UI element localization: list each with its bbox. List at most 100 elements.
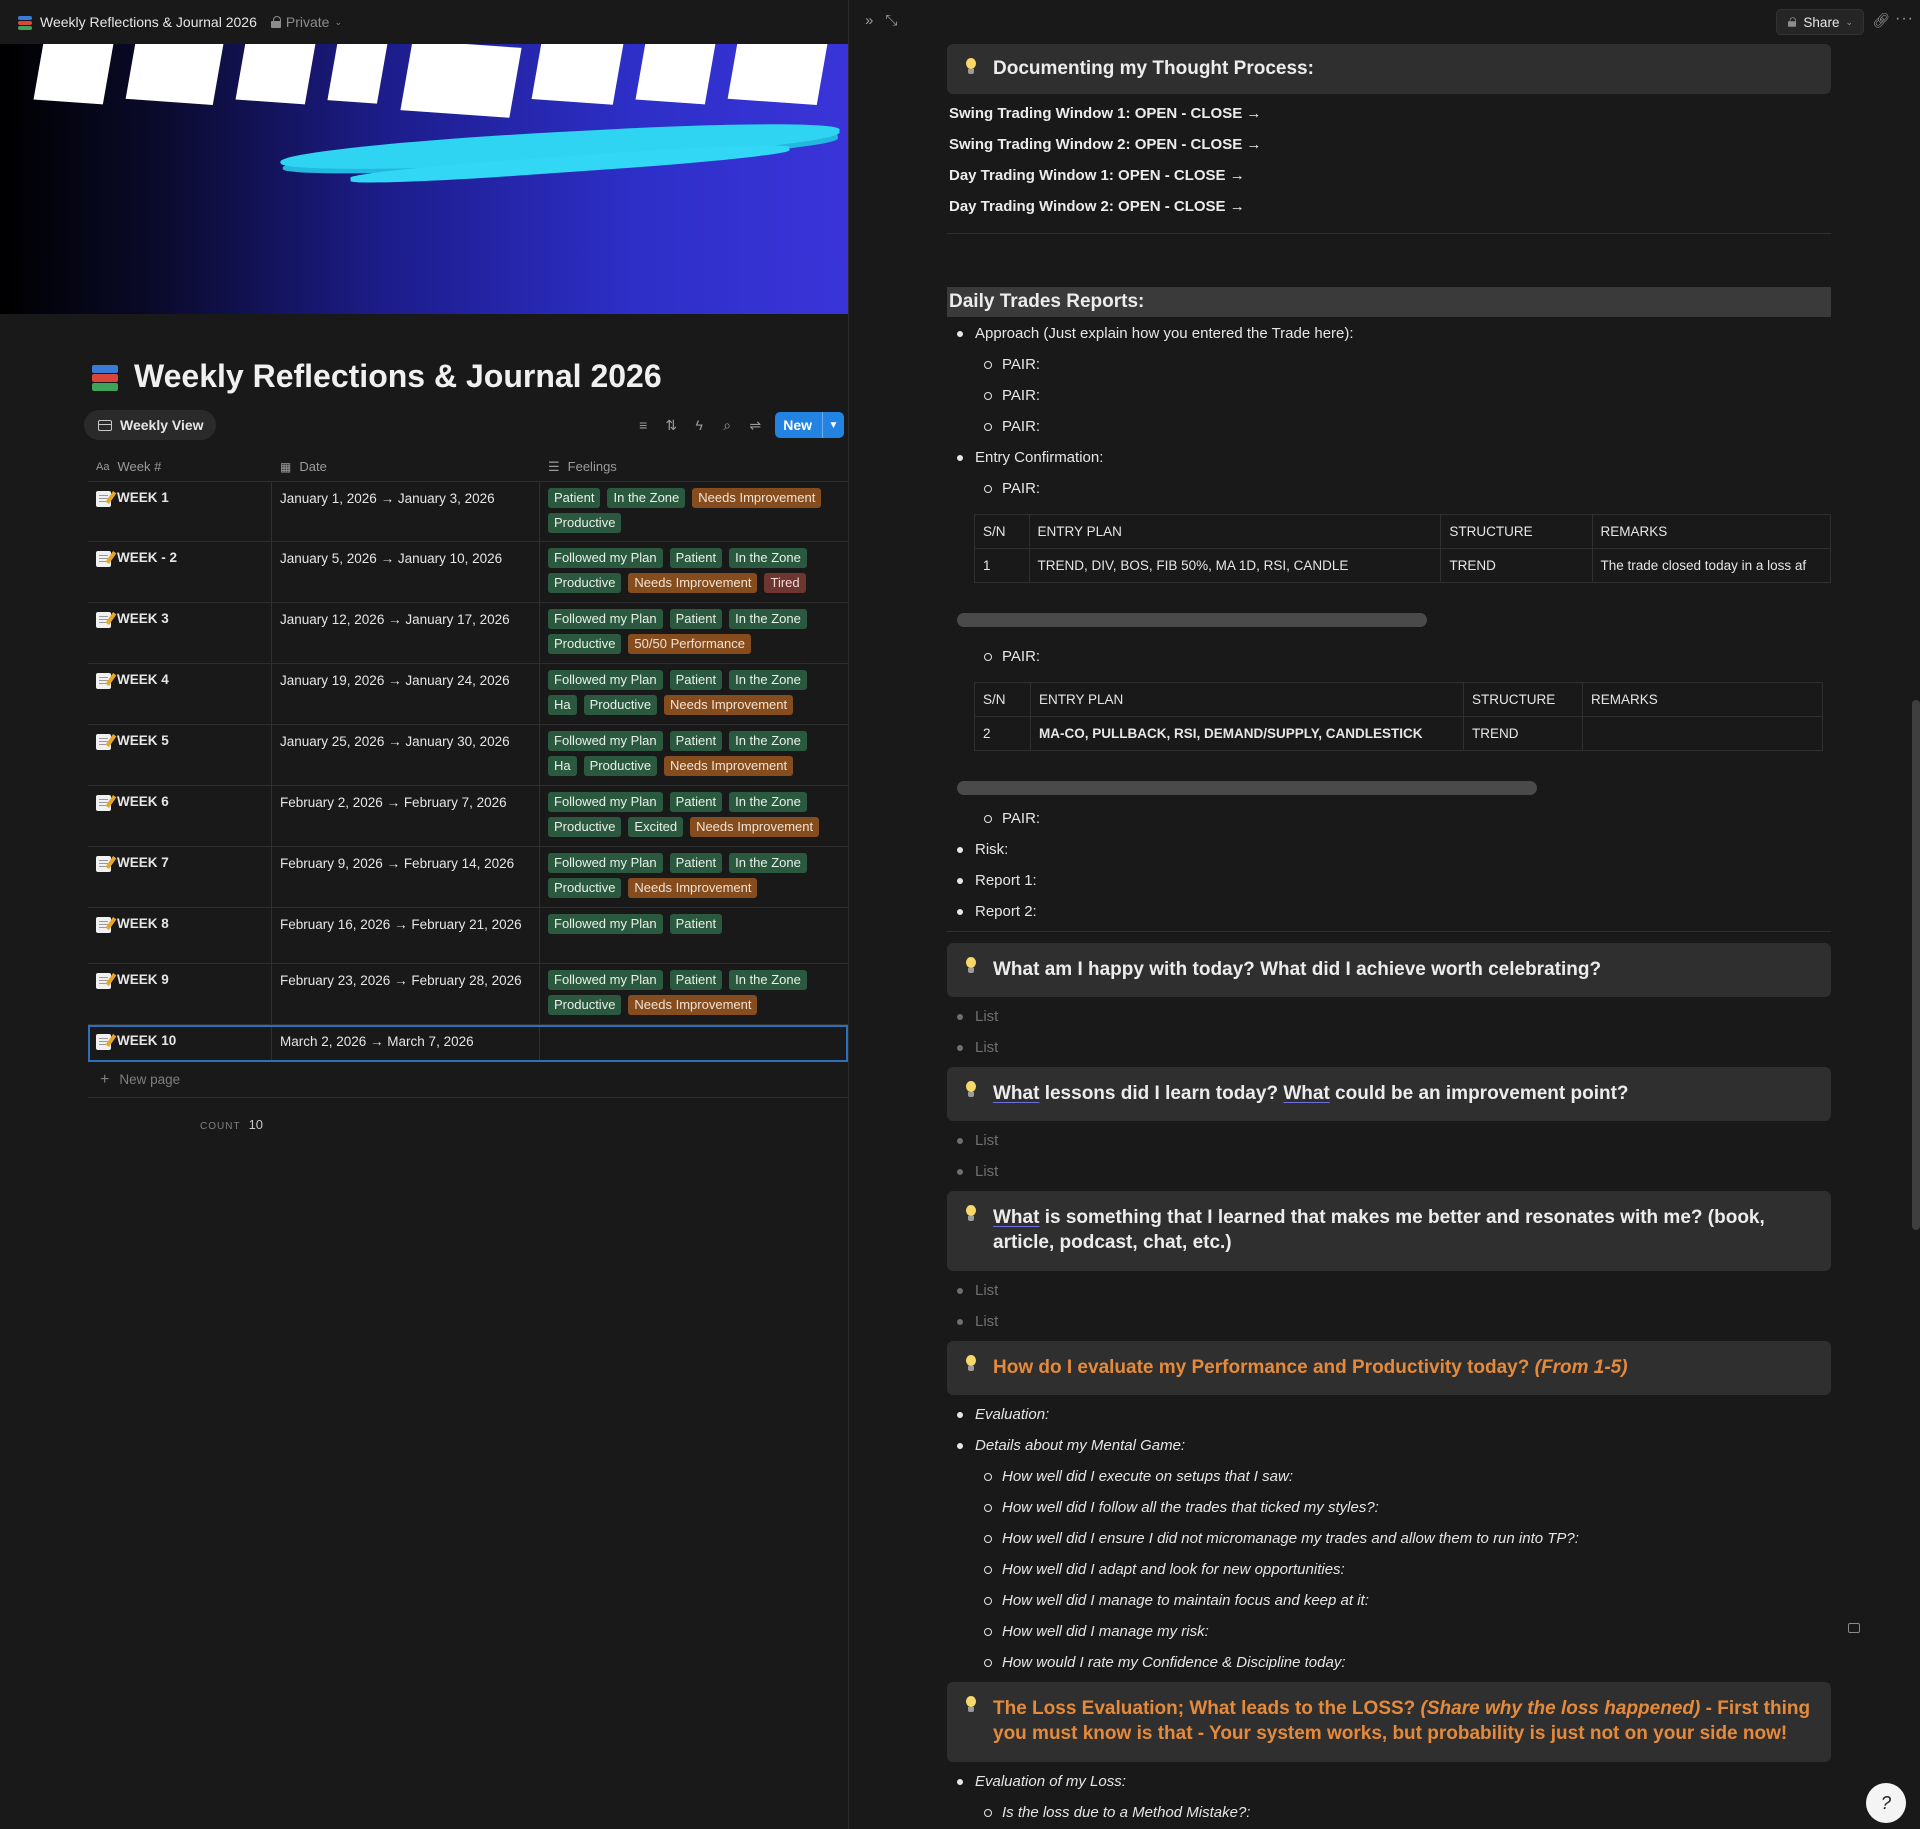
new-page-button[interactable]: + New page [88,1062,848,1098]
date-cell[interactable]: January 19, 2026 → January 24, 2026 [272,664,540,724]
table-row[interactable]: WEEK 1 January 1, 2026 → January 3, 2026 P… [88,482,848,542]
table-cell[interactable]: MA-CO, PULLBACK, RSI, DEMAND/SUPPLY, CAN… [1030,716,1464,751]
close-peek-icon[interactable]: » [865,12,873,29]
list-item-pair[interactable]: PAIR: [947,380,1831,411]
feelings-cell[interactable]: Followed my Plan Patient [540,908,848,963]
comment-icon[interactable] [1848,1623,1860,1633]
table-scrollbar[interactable] [957,613,1427,627]
list-item-mental[interactable]: How well did I follow all the trades tha… [947,1492,1831,1523]
list-item-mental[interactable]: How well did I ensure I did not microman… [947,1523,1831,1554]
list-item-pair[interactable]: PAIR: [947,641,1831,672]
week-cell[interactable]: WEEK 7 [88,847,272,907]
table-header-cell[interactable]: REMARKS [1591,514,1831,549]
list-item-pair[interactable]: PAIR: [947,803,1831,834]
list-item-report[interactable]: Report 1: [947,865,1831,896]
table-cell[interactable]: 1 [974,548,1030,583]
list-item-mental[interactable]: How well did I manage my risk: [947,1616,1831,1647]
table-header-cell[interactable]: ENTRY PLAN [1030,682,1464,717]
feelings-cell[interactable]: Followed my Plan Patient In the Zone Produc… [540,964,848,1024]
feelings-cell[interactable]: Followed my Plan Patient In the Zone Produc… [540,786,848,846]
callout-happy[interactable]: What am I happy with today? What did I a… [947,943,1831,997]
entry-table-2[interactable]: S/N ENTRY PLAN STRUCTURE REMARKS 2 MA-CO… [974,682,1831,751]
list-item-pair[interactable]: PAIR: [947,411,1831,442]
chevron-down-icon[interactable]: ▼ [822,412,844,438]
list-item-pair[interactable]: PAIR: [947,473,1831,504]
week-cell[interactable]: WEEK 10 [88,1025,272,1061]
list-placeholder[interactable]: List [947,1275,1831,1306]
table-row[interactable]: WEEK 5 January 25, 2026 → January 30, 202… [88,725,848,786]
table-header-cell[interactable]: REMARKS [1582,682,1823,717]
entry-table-1[interactable]: S/N ENTRY PLAN STRUCTURE REMARKS 1 TREND… [974,514,1831,583]
list-item-mental-game[interactable]: Details about my Mental Game: [947,1430,1831,1461]
list-placeholder[interactable]: List [947,1001,1831,1032]
week-cell[interactable]: WEEK 9 [88,964,272,1024]
list-item-mental[interactable]: How well did I manage to maintain focus … [947,1585,1831,1616]
sort-icon[interactable]: ⇅ [663,417,679,433]
feelings-cell[interactable]: Followed my Plan Patient In the Zone Produc… [540,603,848,663]
date-cell[interactable]: February 23, 2026 → February 28, 2026 [272,964,540,1024]
privacy-menu[interactable]: Private ⌄ [270,14,342,30]
callout-evaluation[interactable]: How do I evaluate my Performance and Pro… [947,1341,1831,1395]
date-cell[interactable]: January 1, 2026 → January 3, 2026 [272,482,540,541]
feelings-cell[interactable]: Followed my Plan Patient In the Zone Ha Prod… [540,725,848,785]
week-cell[interactable]: WEEK 4 [88,664,272,724]
week-cell[interactable]: WEEK - 2 [88,542,272,602]
callout-learned[interactable]: What is something that I learned that ma… [947,1191,1831,1271]
page-title[interactable]: Weekly Reflections & Journal 2026 [90,358,662,395]
list-item-loss-question[interactable]: Is the loss due to a Method Mistake?: [947,1797,1831,1828]
table-row[interactable]: WEEK 6 February 2, 2026 → February 7, 202… [88,786,848,847]
list-placeholder[interactable]: List [947,1125,1831,1156]
date-cell[interactable]: January 5, 2026 → January 10, 2026 [272,542,540,602]
search-icon[interactable]: ⌕ [719,417,735,433]
table-row[interactable]: WEEK 10 March 2, 2026 → March 7, 2026 [88,1025,848,1062]
table-cell[interactable]: The trade closed today in a loss af [1591,548,1831,583]
date-cell[interactable]: February 9, 2026 → February 14, 2026 [272,847,540,907]
feelings-cell[interactable]: Followed my Plan Patient In the Zone Ha Prod… [540,664,848,724]
expand-icon[interactable]: ⤡ [885,12,897,29]
list-item-mental[interactable]: How well did I execute on setups that I … [947,1461,1831,1492]
feelings-cell[interactable] [540,1025,848,1061]
callout-thought-process[interactable]: Documenting my Thought Process: [947,44,1831,94]
list-item-loss-evaluation[interactable]: Evaluation of my Loss: [947,1766,1831,1797]
table-row[interactable]: WEEK 4 January 19, 2026 → January 24, 202… [88,664,848,725]
table-cell[interactable] [1582,716,1823,751]
table-header-cell[interactable]: STRUCTURE [1440,514,1593,549]
week-cell[interactable]: WEEK 1 [88,482,272,541]
date-cell[interactable]: January 12, 2026 → January 17, 2026 [272,603,540,663]
table-header-cell[interactable]: S/N [974,682,1031,717]
list-item-report[interactable]: Report 2: [947,896,1831,927]
feelings-cell[interactable]: Patient In the Zone Needs Improvement Produ… [540,482,848,541]
trading-window-line[interactable]: Swing Trading Window 1: OPEN - CLOSE → [947,98,1831,129]
help-avatar-icon[interactable]: ? [1866,1783,1906,1823]
settings-icon[interactable]: ⇌ [747,417,763,433]
trading-window-line[interactable]: Day Trading Window 2: OPEN - CLOSE → [947,191,1831,222]
list-placeholder[interactable]: List [947,1306,1831,1337]
callout-lessons[interactable]: What lessons did I learn today? What cou… [947,1067,1831,1121]
list-item[interactable]: Approach (Just explain how you entered t… [947,318,1831,349]
table-row[interactable]: WEEK 3 January 12, 2026 → January 17, 202… [88,603,848,664]
feelings-cell[interactable]: Followed my Plan Patient In the Zone Produc… [540,847,848,907]
feelings-cell[interactable]: Followed my Plan Patient In the Zone Produc… [540,542,848,602]
date-cell[interactable]: February 16, 2026 → February 21, 2026 [272,908,540,963]
share-button[interactable]: Share ⌄ [1776,9,1864,35]
column-header-feelings[interactable]: ☰ Feelings [540,452,848,481]
trading-window-line[interactable]: Swing Trading Window 2: OPEN - CLOSE → [947,129,1831,160]
list-placeholder[interactable]: List [947,1156,1831,1187]
date-cell[interactable]: January 25, 2026 → January 30, 2026 [272,725,540,785]
date-cell[interactable]: March 2, 2026 → March 7, 2026 [272,1025,540,1061]
list-item-evaluation[interactable]: Evaluation: [947,1399,1831,1430]
callout-loss-evaluation[interactable]: The Loss Evaluation; What leads to the L… [947,1682,1831,1762]
breadcrumb-title[interactable]: Weekly Reflections & Journal 2026 [40,14,257,30]
column-header-date[interactable]: ▦ Date [272,452,540,481]
list-item-pair[interactable]: PAIR: [947,349,1831,380]
table-row[interactable]: WEEK 8 February 16, 2026 → February 21, 2… [88,908,848,964]
week-cell[interactable]: WEEK 3 [88,603,272,663]
list-placeholder[interactable]: List [947,1032,1831,1063]
list-item-risk[interactable]: Risk: [947,834,1831,865]
page-scrollbar[interactable] [1912,700,1920,1230]
table-header-cell[interactable]: STRUCTURE [1463,682,1583,717]
table-cell[interactable]: TREND, DIV, BOS, FIB 50%, MA 1D, RSI, CA… [1028,548,1442,583]
heading-daily-reports[interactable]: Daily Trades Reports: [947,287,1831,317]
table-row[interactable]: WEEK - 2 January 5, 2026 → January 10, 20… [88,542,848,603]
list-item-mental[interactable]: How well did I adapt and look for new op… [947,1554,1831,1585]
